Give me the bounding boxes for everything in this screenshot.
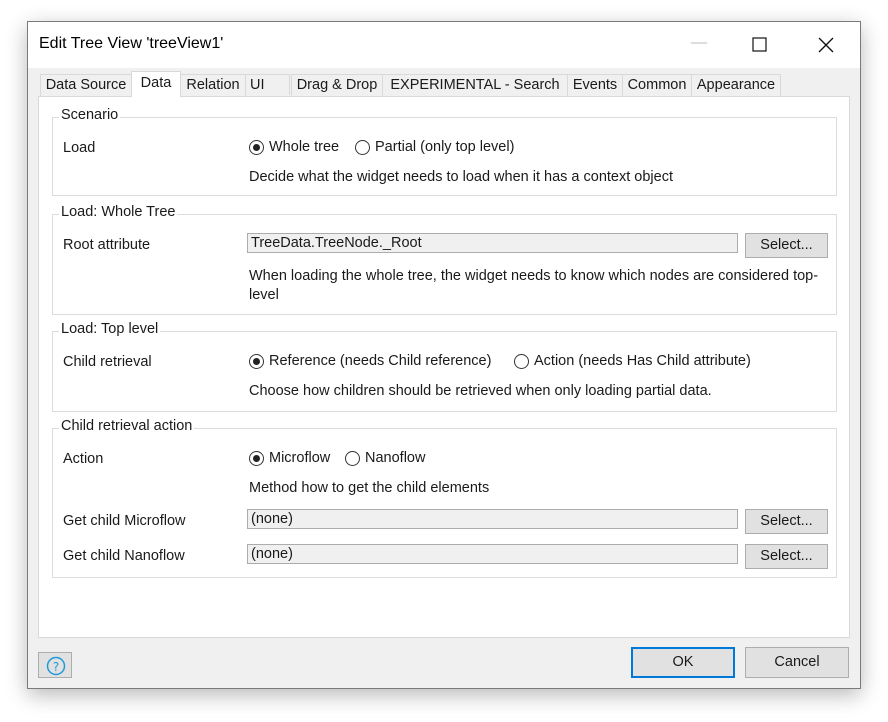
radio-action[interactable]: Action (needs Has Child attribute): [514, 353, 751, 369]
tab-events[interactable]: Events: [567, 74, 623, 96]
group-title-whole-tree: Load: Whole Tree: [59, 204, 178, 220]
minimize-button[interactable]: [676, 22, 722, 68]
get-child-nanoflow-label: Get child Nanoflow: [63, 548, 185, 564]
tab-relation[interactable]: Relation: [180, 74, 246, 96]
get-child-nanoflow-field[interactable]: (none): [247, 544, 738, 564]
nanoflow-select-button[interactable]: Select...: [745, 544, 828, 569]
group-title-scenario: Scenario: [59, 107, 121, 123]
tab-ui[interactable]: UI: [245, 74, 290, 95]
group-scenario: Scenario Load Whole tree Partial (only t…: [52, 107, 837, 196]
radio-circle: [514, 353, 529, 369]
radio-circle: [249, 139, 264, 155]
cancel-button[interactable]: Cancel: [745, 647, 849, 678]
root-attribute-field[interactable]: TreeData.TreeNode._Root: [247, 233, 738, 253]
group-whole-tree: Load: Whole Tree Root attribute TreeData…: [52, 204, 837, 315]
close-icon: [818, 37, 834, 53]
title-bar: Edit Tree View 'treeView1': [28, 22, 860, 68]
tab-experimental-search[interactable]: EXPERIMENTAL - Search: [382, 74, 568, 96]
get-child-microflow-label: Get child Microflow: [63, 513, 186, 529]
tab-data-source[interactable]: Data Source: [40, 74, 132, 96]
group-title-child-action: Child retrieval action: [59, 418, 195, 434]
maximize-icon: [752, 37, 767, 52]
radio-reference[interactable]: Reference (needs Child reference): [249, 353, 491, 369]
maximize-button[interactable]: [737, 22, 783, 68]
microflow-select-button[interactable]: Select...: [745, 509, 828, 534]
top-level-description: Choose how children should be retrieved …: [249, 383, 712, 399]
radio-label: Microflow: [269, 450, 331, 466]
radio-circle: [355, 139, 370, 155]
whole-tree-description: When loading the whole tree, the widget …: [249, 268, 819, 303]
radio-whole-tree[interactable]: Whole tree: [249, 139, 339, 155]
radio-microflow[interactable]: Microflow: [249, 450, 330, 466]
radio-nanoflow[interactable]: Nanoflow: [345, 450, 425, 466]
ok-button[interactable]: OK: [631, 647, 735, 678]
get-child-microflow-field[interactable]: (none): [247, 509, 738, 529]
action-label: Action: [63, 451, 104, 467]
close-button[interactable]: [803, 22, 849, 68]
root-attribute-select-button[interactable]: Select...: [745, 233, 828, 258]
radio-label: Partial (only top level): [375, 139, 515, 155]
minimize-icon: [691, 42, 707, 44]
tab-appearance[interactable]: Appearance: [691, 74, 781, 96]
child-action-description: Method how to get the child elements: [249, 480, 490, 496]
group-child-retrieval-action: Child retrieval action Action Microflow …: [52, 418, 837, 578]
radio-label: Action (needs Has Child attribute): [534, 353, 751, 369]
radio-partial[interactable]: Partial (only top level): [355, 139, 514, 155]
radio-circle: [249, 353, 264, 369]
dialog-window: Edit Tree View 'treeView1' Data Source D…: [27, 21, 861, 689]
radio-circle: [249, 450, 264, 466]
radio-label: Reference (needs Child reference): [269, 353, 492, 369]
radio-label: Whole tree: [269, 139, 340, 155]
group-top-level: Load: Top level Child retrieval Referenc…: [52, 321, 837, 412]
scenario-description: Decide what the widget needs to load whe…: [249, 169, 673, 185]
tab-panel-data: Scenario Load Whole tree Partial (only t…: [38, 96, 850, 638]
tab-drag-drop[interactable]: Drag & Drop: [291, 74, 383, 96]
radio-label: Nanoflow: [365, 450, 426, 466]
svg-text:?: ?: [53, 660, 59, 674]
group-title-top-level: Load: Top level: [59, 321, 161, 337]
tab-common[interactable]: Common: [622, 74, 692, 96]
help-button[interactable]: ?: [38, 652, 72, 678]
child-retrieval-label: Child retrieval: [63, 354, 152, 370]
load-label: Load: [63, 140, 96, 156]
tab-data[interactable]: Data: [131, 71, 181, 97]
root-attribute-label: Root attribute: [63, 237, 151, 253]
tab-strip: Data Source Data Relation UI Drag & Drop…: [40, 71, 848, 97]
window-title: Edit Tree View 'treeView1': [39, 35, 224, 52]
radio-circle: [345, 450, 360, 466]
help-icon: ?: [46, 656, 66, 676]
